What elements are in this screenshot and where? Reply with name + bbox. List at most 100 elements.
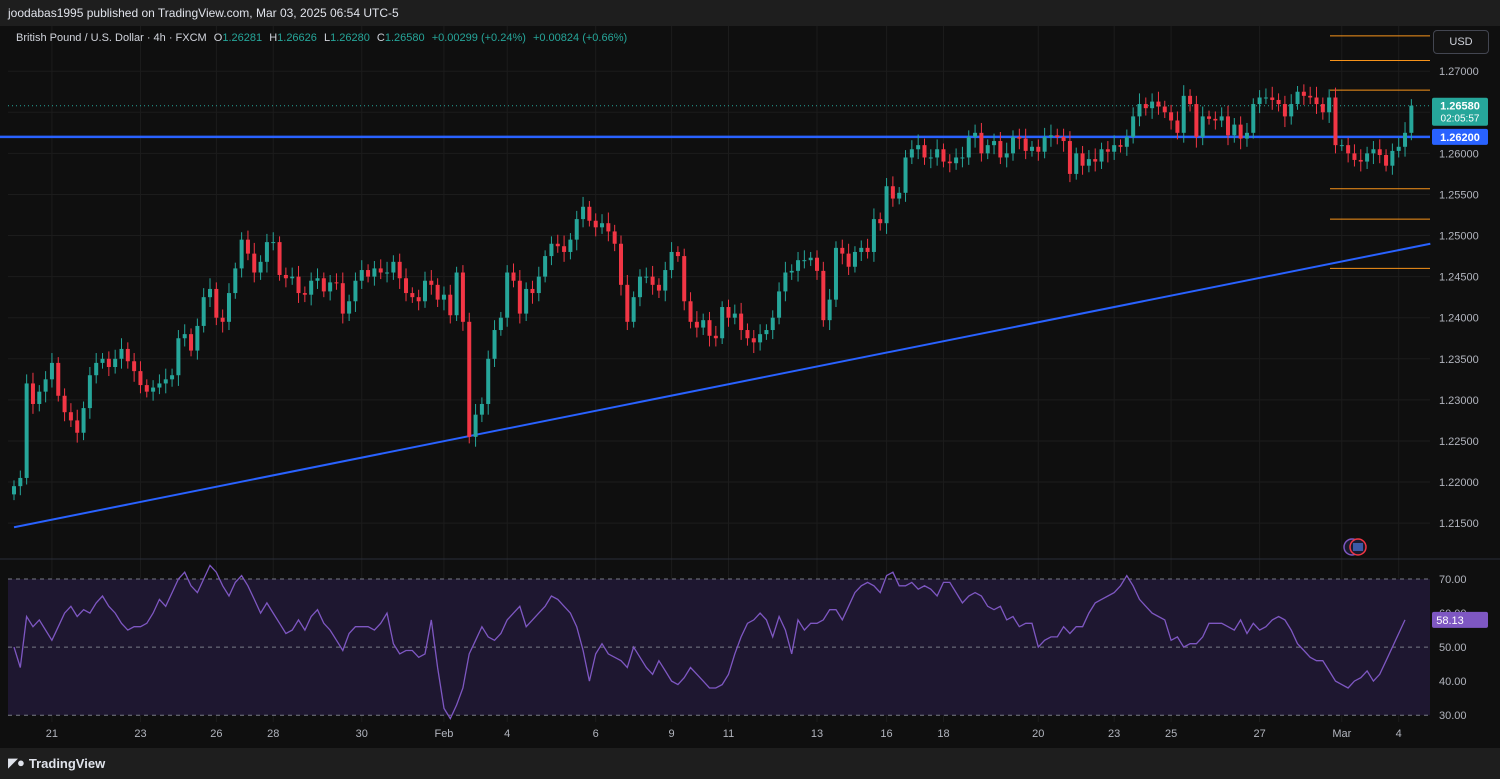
candle-body [732,313,737,318]
last-price-label: 1.26580 [1440,101,1480,113]
candle-body [296,276,301,294]
time-tick-label: 27 [1253,728,1265,740]
legend-close-label: C [376,32,385,44]
price-tick-label: 1.27000 [1439,66,1479,78]
candle-body [764,330,769,335]
candle-body [492,330,497,359]
time-tick-label: 20 [1032,728,1044,740]
candle-body [935,149,940,158]
candle-body [353,280,358,302]
candle-body [612,231,617,244]
rsi-axis: 30.0040.0050.0060.0070.00 [1439,574,1467,722]
tradingview-brand-text: TradingView [28,755,106,771]
candle-body [1169,112,1174,121]
candle-body [195,325,200,351]
candle-body [1390,150,1395,166]
candle-body [1143,104,1148,109]
candle-body [239,239,244,269]
candle-body [966,136,971,158]
price-chart-svg[interactable]: 1.21500 1.22000 1.22500 1.23000 1.23500 1.240… [0,0,1500,779]
rsi-band-layer [8,578,1430,716]
candle-body [720,307,725,339]
candle-body [903,157,908,193]
time-tick-label: Feb [434,728,453,740]
candle-body [43,379,48,392]
candle-body [618,243,623,285]
time-tick-label: 28 [267,728,279,740]
candle-body [1377,149,1382,156]
candle-body [587,206,592,221]
candle-body [486,358,491,404]
candle-body [884,186,889,224]
candle-body [1042,136,1047,152]
price-tick-label: 1.25500 [1439,189,1479,201]
candle-body [448,294,453,316]
candle-body [922,145,927,158]
candle-body [928,157,933,159]
candle-body [871,219,876,252]
price-tick-label: 1.22500 [1439,436,1479,448]
candle-body [1333,97,1338,146]
candle-body [802,260,807,262]
candle-body [1276,99,1281,105]
candle-body [441,294,446,300]
candle-body [75,420,80,433]
candle-body [669,251,674,271]
symbol-legend: British Pound / U.S. Dollar · 4h · FXCM … [16,32,627,44]
candle-body [1396,146,1401,151]
us-flag-field [1353,543,1363,551]
candle-body [397,261,402,279]
time-tick-label: 4 [504,728,510,740]
candle-body [1036,146,1041,152]
candle-body [467,321,472,437]
trendline [13,242,1431,529]
candle-body [18,477,23,487]
legend-high-label: H [269,32,278,44]
time-tick-label: Mar [1332,728,1351,740]
candle-body [68,412,73,421]
candle-body [56,362,61,396]
candle-body [1314,97,1319,105]
candle-body [890,186,895,199]
candle-body [1365,153,1370,162]
candle-body [100,358,105,363]
candle-body [498,317,503,331]
candle-body [1384,155,1389,166]
rsi-tick-label: 40.00 [1439,676,1467,688]
candle-body [1118,145,1123,147]
candle-body [827,299,832,321]
candle-body [789,270,794,273]
candle-body [119,348,124,359]
candle-body [707,320,712,336]
candle-body [840,247,845,254]
candle-body [821,270,826,321]
candle-body [378,268,383,273]
candle-body [637,276,642,298]
price-tick-label: 1.26000 [1439,148,1479,160]
candle-body [473,414,478,437]
candle-body [549,243,554,257]
candle-body [1282,104,1287,117]
currency-button[interactable]: USD [1433,30,1489,54]
tradingview-brand[interactable]: ◤● TradingView [8,755,105,771]
time-tick-label: 25 [1165,728,1177,740]
candle-body [138,371,143,386]
candle-body [1074,153,1079,174]
candle-body [846,253,851,267]
candle-body [973,132,978,137]
footer-bar [0,748,1500,779]
time-axis: 21 23 26 28 30 Feb 4 6 9 11 13 16 18 20 23 25 27 Mar 4 [46,728,1402,740]
trendline-layer [13,242,1431,529]
candle-body [328,282,333,292]
candle-body [745,330,750,339]
candle-body [151,387,156,392]
candle-body [132,361,137,372]
candle-body [916,145,921,150]
price-tick-label: 1.22000 [1439,477,1479,489]
candle-body [897,192,902,199]
candle-body [574,219,579,240]
candle-body [1263,97,1268,99]
candle-body [334,282,339,284]
time-tick-label: 4 [1396,728,1402,740]
candle-body [606,223,611,232]
